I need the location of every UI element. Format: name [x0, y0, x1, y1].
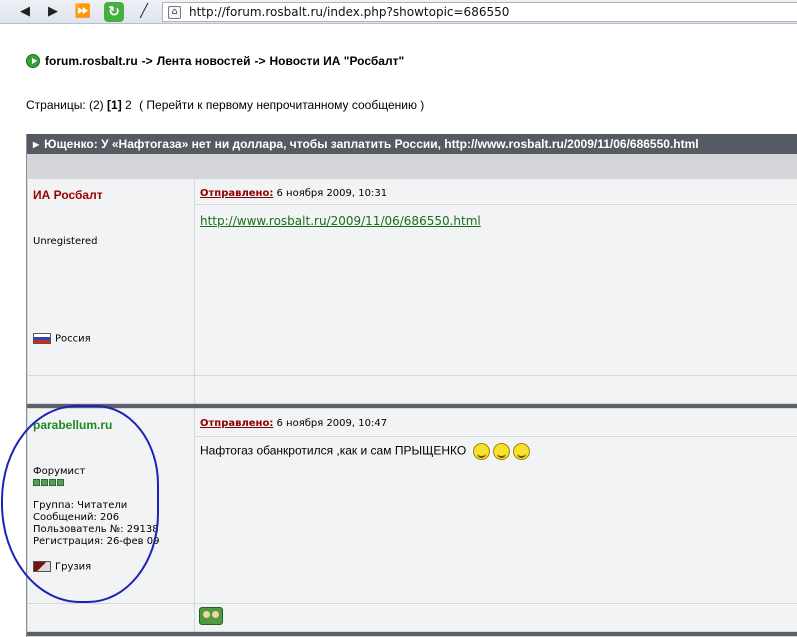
topic-table: ▶ Ющенко: У «Нафтогаза» нет ни доллара, …: [26, 134, 797, 637]
grin-smiley-icon: [492, 443, 510, 460]
url-text: http://forum.rosbalt.ru/index.php?showto…: [189, 5, 510, 19]
georgia-flag-icon: [33, 561, 51, 572]
post-2-rank: Форумист: [33, 466, 86, 477]
current-page: [1]: [107, 98, 122, 112]
triangle-right-icon: ▶: [33, 139, 40, 149]
post-2-posted: Отправлено: 6 ноября 2009, 10:47: [200, 418, 387, 429]
topic-title-bar: ▶ Ющенко: У «Нафтогаза» нет ни доллара, …: [27, 134, 797, 154]
wand-icon[interactable]: ╱: [133, 1, 155, 22]
post-1-article-link[interactable]: http://www.rosbalt.ru/2009/11/06/686550.…: [200, 214, 481, 228]
reload-icon[interactable]: ↻: [104, 2, 124, 22]
pages-label: Страницы:: [26, 98, 86, 112]
rank-pip-icon: [41, 479, 48, 486]
post-1-status: Unregistered: [33, 236, 98, 247]
post-1-posted-label[interactable]: Отправлено:: [200, 188, 273, 199]
breadcrumb-forum[interactable]: forum.rosbalt.ru: [45, 54, 138, 68]
post-2-footer-right: [195, 604, 797, 631]
post-1-header: Отправлено: 6 ноября 2009, 10:31: [195, 179, 797, 204]
post-2-country-name: Грузия: [55, 561, 92, 573]
post-1-posted: Отправлено: 6 ноября 2009, 10:31: [200, 188, 387, 199]
post-2-messages: Сообщений: 206: [33, 512, 120, 523]
post-1-country: Россия: [33, 333, 91, 346]
breadcrumb: forum.rosbalt.ru -> Лента новостей -> Но…: [26, 54, 404, 68]
post-1-posted-date: 6 ноября 2009, 10:31: [276, 188, 388, 199]
russia-flag-icon: [33, 333, 51, 344]
breadcrumb-rosbalt-news[interactable]: Новости ИА "Росбалт": [270, 54, 405, 68]
post-2-author[interactable]: parabellum.ru: [33, 418, 112, 432]
rank-pip-icon: [49, 479, 56, 486]
browser-toolbar: ◀ ▶ ⏩ ↻ ╱ ⌂ http://forum.rosbalt.ru/inde…: [0, 0, 797, 24]
rank-pip-icon: [57, 479, 64, 486]
post-2-group: Группа: Читатели: [33, 500, 128, 511]
post-2-posted-date: 6 ноября 2009, 10:47: [276, 418, 388, 429]
forward-arrow-icon[interactable]: ▶: [42, 1, 64, 22]
breadcrumb-separator: ->: [141, 54, 153, 68]
post-2-registered: Регистрация: 26-фев 09: [33, 536, 160, 547]
page-icon: ⌂: [168, 6, 181, 19]
post-2-message-text: Нафтогаз обанкротился ,как и сам ПРЫЩЕНК…: [200, 443, 467, 458]
post-1-body: http://www.rosbalt.ru/2009/11/06/686550.…: [195, 205, 797, 375]
post-divider: [27, 404, 797, 408]
contact-users-icon[interactable]: [199, 607, 223, 625]
topic-title: Ющенко: У «Нафтогаза» нет ни доллара, чт…: [44, 137, 699, 151]
grin-smiley-icon: [472, 443, 490, 460]
grin-smiley-icon: [512, 443, 530, 460]
post-2-header: Отправлено: 6 ноября 2009, 10:47: [195, 409, 797, 436]
post-2-user-no: Пользователь №: 29138: [33, 524, 159, 535]
post-2-posted-label[interactable]: Отправлено:: [200, 418, 273, 429]
post-2-footer-left: [28, 604, 194, 631]
first-unread-link[interactable]: ( Перейти к первому непрочитанному сообщ…: [139, 98, 424, 112]
post-2-country: Грузия: [33, 561, 91, 574]
back-arrow-icon[interactable]: ◀: [14, 1, 36, 22]
rank-pip-icon: [33, 479, 40, 486]
post-2-message: Нафтогаз обанкротился ,как и сам ПРЫЩЕНК…: [200, 443, 530, 460]
post-2-rank-pips: [33, 478, 65, 490]
post-2-author-cell: parabellum.ru Форумист Группа: Читатели …: [28, 409, 194, 603]
pages-count: (2): [89, 98, 104, 112]
post-1-country-name: Россия: [55, 333, 91, 345]
breadcrumb-separator: ->: [254, 54, 266, 68]
fast-forward-icon[interactable]: ⏩: [72, 1, 94, 22]
post-1-author[interactable]: ИА Росбалт: [33, 188, 103, 202]
breadcrumb-news-feed[interactable]: Лента новостей: [157, 54, 251, 68]
page-link-2[interactable]: 2: [125, 98, 132, 112]
go-arrow-icon: [26, 54, 40, 68]
post-divider: [27, 632, 797, 636]
address-bar[interactable]: ⌂ http://forum.rosbalt.ru/index.php?show…: [162, 2, 797, 22]
post-1-footer-left: [28, 376, 194, 403]
post-1-author-cell: ИА Росбалт Unregistered Россия: [28, 179, 194, 375]
pagination: Страницы: (2) [1] 2 ( Перейти к первому …: [26, 98, 424, 112]
post-1-footer-right: [195, 376, 797, 403]
post-2-body: Нафтогаз обанкротился ,как и сам ПРЫЩЕНК…: [195, 437, 797, 603]
